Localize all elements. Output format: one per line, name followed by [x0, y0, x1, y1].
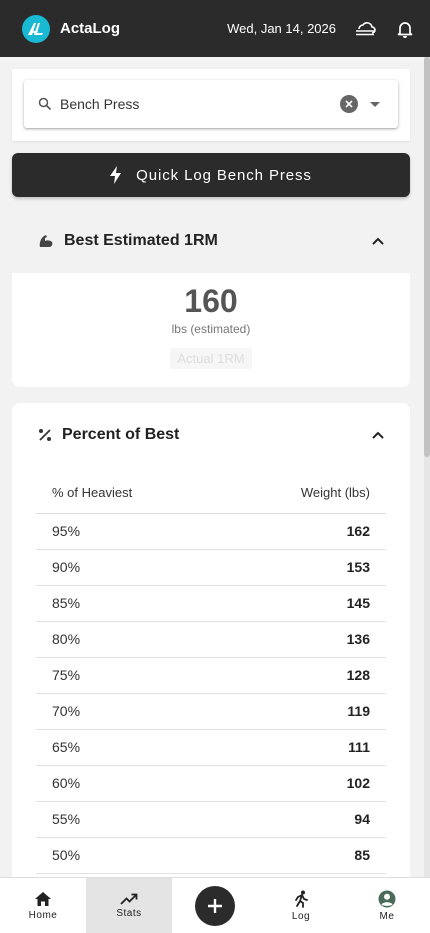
col-weight-header: Weight (lbs): [221, 473, 386, 514]
percent-header[interactable]: Percent of Best: [12, 403, 410, 467]
dropdown-arrow-icon[interactable]: [370, 101, 380, 107]
nav-add[interactable]: [172, 878, 258, 933]
row-percent: 95%: [36, 513, 222, 550]
cloud-sync-icon[interactable]: [354, 18, 376, 40]
header-date: Wed, Jan 14, 2026: [227, 21, 336, 36]
plus-icon: [208, 898, 222, 913]
row-weight: 153: [221, 549, 386, 586]
chevron-up-icon[interactable]: [372, 237, 384, 245]
nav-me-label: Me: [379, 910, 395, 922]
row-weight: 85: [221, 837, 386, 874]
clear-icon[interactable]: [340, 95, 358, 113]
row-percent: 80%: [36, 621, 222, 658]
best-1rm-title: Best Estimated 1RM: [64, 232, 218, 249]
table-row: 75% 128: [36, 657, 386, 694]
table-row: 50% 85: [36, 837, 386, 874]
nav-stats-label: Stats: [116, 907, 142, 919]
best-1rm-section: Best Estimated 1RM 160 lbs (estimated) A…: [12, 207, 410, 387]
table-row: 55% 94: [36, 801, 386, 838]
row-percent: 60%: [36, 765, 222, 802]
nav-home-label: Home: [28, 909, 58, 921]
row-weight: 145: [221, 585, 386, 622]
search-icon: [38, 97, 52, 111]
row-weight: 119: [221, 693, 386, 730]
actual-1rm-chip: Actual 1RM: [170, 348, 252, 369]
row-percent: 65%: [36, 729, 222, 766]
quick-log-button[interactable]: Quick Log Bench Press: [12, 153, 410, 197]
best-1rm-unit: lbs (estimated): [171, 322, 251, 336]
nav-me[interactable]: Me: [344, 878, 430, 933]
row-weight: 128: [221, 657, 386, 694]
row-weight: 136: [221, 621, 386, 658]
table-row: 95% 162: [36, 513, 386, 550]
row-weight: 94: [221, 801, 386, 838]
table-header-row: % of Heaviest Weight (lbs): [36, 473, 386, 514]
search-input-value[interactable]: Bench Press: [60, 96, 340, 112]
bolt-icon: [110, 166, 122, 184]
logo-icon[interactable]: [22, 14, 50, 43]
row-percent: 50%: [36, 837, 222, 874]
row-percent: 75%: [36, 657, 222, 694]
col-percent-header: % of Heaviest: [36, 473, 222, 514]
app-title: ActaLog: [60, 20, 120, 37]
percent-title: Percent of Best: [62, 426, 180, 443]
percent-icon: [39, 429, 51, 441]
row-percent: 85%: [36, 585, 222, 622]
nav-log-label: Log: [291, 910, 311, 922]
muscle-icon: [39, 235, 53, 247]
table-row: 85% 145: [36, 585, 386, 622]
row-weight: 102: [221, 765, 386, 802]
quick-log-label: Quick Log Bench Press: [136, 166, 312, 184]
exercise-search-field[interactable]: Bench Press: [24, 80, 398, 128]
bell-icon[interactable]: [394, 18, 416, 40]
running-icon: [295, 890, 308, 908]
best-1rm-value: 160: [184, 283, 238, 319]
row-weight: 162: [221, 513, 386, 550]
table-row: 65% 111: [36, 729, 386, 766]
table-row: 90% 153: [36, 549, 386, 586]
table-row: 80% 136: [36, 621, 386, 658]
percent-of-best-section: Percent of Best % of Heaviest Weight (lb…: [12, 403, 410, 877]
scrollbar-thumb[interactable]: [424, 57, 430, 457]
nav-log[interactable]: Log: [258, 878, 344, 933]
trending-up-icon: [120, 893, 138, 905]
row-weight: 111: [221, 729, 386, 766]
search-card: Bench Press: [12, 69, 410, 141]
best-1rm-body: 160 lbs (estimated) Actual 1RM: [12, 273, 410, 387]
nav-stats[interactable]: Stats: [86, 878, 172, 933]
main-content: Bench Press Quick Log Bench Press Best E…: [0, 57, 424, 877]
row-percent: 70%: [36, 693, 222, 730]
best-1rm-header[interactable]: Best Estimated 1RM: [12, 207, 410, 275]
nav-home[interactable]: Home: [0, 878, 86, 933]
row-percent: 90%: [36, 549, 222, 586]
percent-table: % of Heaviest Weight (lbs) 95% 162 90% 153…: [36, 473, 386, 874]
bottom-navigation: Home Stats Log Me: [0, 877, 430, 933]
add-button[interactable]: [195, 885, 235, 926]
table-row: 60% 102: [36, 765, 386, 802]
chevron-up-icon[interactable]: [372, 431, 384, 439]
row-percent: 55%: [36, 801, 222, 838]
table-row: 70% 119: [36, 693, 386, 730]
account-circle-icon: [378, 890, 396, 907]
home-icon: [35, 891, 51, 906]
app-bar: ActaLog Wed, Jan 14, 2026: [0, 0, 430, 57]
